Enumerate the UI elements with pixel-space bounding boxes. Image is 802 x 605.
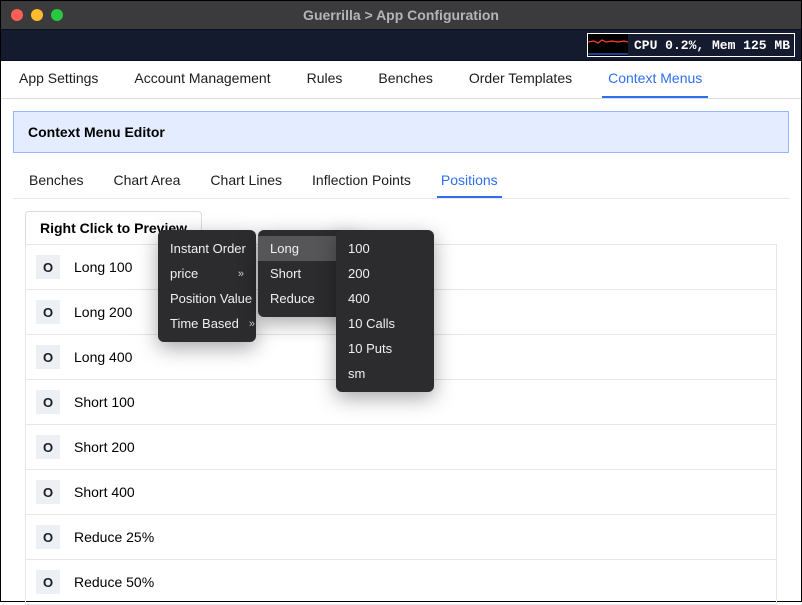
ctx-item-label: 100 [348, 241, 370, 256]
tab-order-templates[interactable]: Order Templates [463, 70, 578, 98]
titlebar: Guerrilla > App Configuration [1, 1, 801, 29]
drag-handle-icon[interactable]: O [36, 525, 60, 549]
ctx-item-price[interactable]: price » [158, 261, 256, 286]
chevron-right-icon: » [238, 268, 244, 280]
drag-handle-icon[interactable]: O [36, 435, 60, 459]
perf-graph-icon [588, 34, 628, 56]
perf-stats: CPU 0.2%, Mem 125 MB [634, 38, 790, 53]
list-item-label: Short 400 [74, 484, 135, 500]
ctx-item-time-based[interactable]: Time Based » [158, 311, 256, 336]
ctx-item-label: price [170, 266, 198, 281]
drag-handle-icon[interactable]: O [36, 570, 60, 594]
tab-rules[interactable]: Rules [301, 70, 349, 98]
window-controls [11, 9, 63, 21]
ctx-item-label: Short [270, 266, 301, 281]
tab-benches[interactable]: Benches [372, 70, 438, 98]
chevron-right-icon: » [249, 318, 255, 330]
ctx-item-label: Time Based [170, 316, 239, 331]
list-item-label: Reduce 25% [74, 529, 154, 545]
list-item-label: Long 100 [74, 259, 132, 275]
subtab-positions[interactable]: Positions [437, 172, 502, 198]
drag-handle-icon[interactable]: O [36, 300, 60, 324]
drag-handle-icon[interactable]: O [36, 255, 60, 279]
ctx-item-label: Long [270, 241, 299, 256]
list-item[interactable]: O Short 200 [26, 425, 776, 470]
subtab-chart-lines[interactable]: Chart Lines [206, 172, 286, 198]
ctx-item-instant-order[interactable]: Instant Order» [158, 236, 256, 261]
ctx-item-label: Position Value [170, 291, 252, 306]
drag-handle-icon[interactable]: O [36, 345, 60, 369]
list-item[interactable]: O Reduce 25% [26, 515, 776, 560]
tab-account-management[interactable]: Account Management [128, 70, 276, 98]
list-item-label: Long 200 [74, 304, 132, 320]
list-item[interactable]: O Reduce 50% [26, 560, 776, 604]
ctx-item-10-puts[interactable]: 10 Puts [336, 336, 434, 361]
drag-handle-icon[interactable]: O [36, 390, 60, 414]
subtab-inflection-points[interactable]: Inflection Points [308, 172, 415, 198]
ctx-item-100[interactable]: 100 [336, 236, 434, 261]
list-item-label: Reduce 50% [74, 574, 154, 590]
window-title: Guerrilla > App Configuration [303, 7, 499, 23]
ctx-item-label: 200 [348, 266, 370, 281]
close-icon[interactable] [11, 9, 23, 21]
ctx-item-400[interactable]: 400 [336, 286, 434, 311]
context-menu-level-3[interactable]: 100 200 400 10 Calls 10 Puts sm [336, 230, 434, 392]
ctx-item-position-value[interactable]: Position Value» [158, 286, 256, 311]
ctx-item-label: sm [348, 366, 365, 381]
subtab-chart-area[interactable]: Chart Area [109, 172, 184, 198]
context-menu-level-1[interactable]: Instant Order»price»Position Value»Time … [158, 230, 256, 342]
drag-handle-icon[interactable]: O [36, 480, 60, 504]
list-item-label: Short 100 [74, 394, 135, 410]
perf-monitor[interactable]: CPU 0.2%, Mem 125 MB [587, 33, 795, 57]
maximize-icon[interactable] [51, 9, 63, 21]
tab-app-settings[interactable]: App Settings [13, 70, 104, 98]
panel-header: Context Menu Editor [13, 111, 789, 153]
list-item[interactable]: O Short 400 [26, 470, 776, 515]
list-item-label: Short 200 [74, 439, 135, 455]
minimize-icon[interactable] [31, 9, 43, 21]
list-item-label: Long 400 [74, 349, 132, 365]
ctx-item-200[interactable]: 200 [336, 261, 434, 286]
ctx-item-label: Reduce [270, 291, 315, 306]
ctx-item-label: Instant Order [170, 241, 246, 256]
ctx-item-label: 10 Puts [348, 341, 392, 356]
tab-context-menus[interactable]: Context Menus [602, 70, 708, 98]
sub-tabs: Benches Chart Area Chart Lines Inflection P… [13, 165, 789, 199]
ctx-item-label: 400 [348, 291, 370, 306]
ctx-item-10-calls[interactable]: 10 Calls [336, 311, 434, 336]
ctx-item-label: 10 Calls [348, 316, 395, 331]
app-topbar: CPU 0.2%, Mem 125 MB [1, 29, 801, 61]
ctx-item-sm[interactable]: sm [336, 361, 434, 386]
subtab-benches[interactable]: Benches [25, 172, 87, 198]
main-tabs: App Settings Account Management Rules Bench… [1, 61, 801, 99]
